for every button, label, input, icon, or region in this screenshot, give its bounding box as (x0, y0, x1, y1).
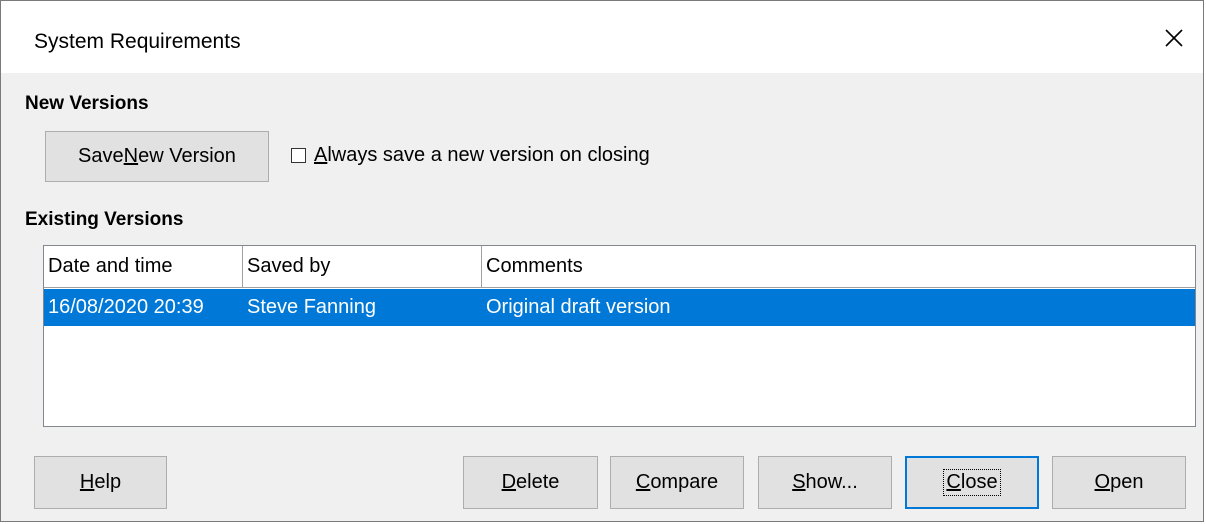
help-label: Help (79, 471, 122, 493)
compare-label: Compare (635, 471, 719, 493)
compare-button[interactable]: Compare (610, 456, 744, 509)
help-button[interactable]: Help (34, 456, 167, 509)
column-header-date[interactable]: Date and time (44, 246, 243, 287)
existing-versions-heading: Existing Versions (25, 209, 184, 230)
title-bar: System Requirements (1, 1, 1203, 73)
show-label: Show... (792, 471, 858, 493)
save-new-version-button[interactable]: Save New Version (45, 131, 269, 182)
row-saved-by: Steve Fanning (247, 296, 376, 318)
close-button[interactable]: Close (905, 456, 1039, 509)
row-date: 16/08/2020 20:39 (48, 296, 204, 318)
save-new-version-mnemonic: N (123, 145, 139, 167)
open-button[interactable]: Open (1052, 456, 1186, 509)
close-label: Close (943, 469, 1001, 496)
delete-label: Delete (501, 471, 560, 493)
row-comment: Original draft version (486, 296, 671, 318)
versions-dialog: System Requirements New Versions Save Ne… (0, 0, 1204, 522)
versions-table[interactable]: Date and time Saved by Comments 16/08/20… (43, 245, 1196, 427)
close-icon[interactable] (1161, 25, 1187, 51)
always-save-option[interactable]: Always save a new version on closing (291, 144, 650, 167)
show-button[interactable]: Show... (758, 456, 892, 509)
save-new-version-label-pre: Save (78, 145, 124, 167)
always-save-label: Always save a new version on closing (314, 144, 650, 166)
column-header-saved-by[interactable]: Saved by (243, 246, 482, 287)
delete-button[interactable]: Delete (463, 456, 598, 509)
save-new-version-label-post: ew Version (138, 145, 236, 167)
table-row[interactable]: 16/08/2020 20:39 Steve Fanning Original … (44, 289, 1195, 326)
open-label: Open (1094, 471, 1144, 493)
always-save-checkbox[interactable] (291, 148, 306, 163)
table-header: Date and time Saved by Comments (44, 246, 1195, 288)
new-versions-heading: New Versions (25, 93, 149, 114)
dialog-title: System Requirements (34, 30, 241, 53)
column-header-comments[interactable]: Comments (482, 246, 1195, 287)
